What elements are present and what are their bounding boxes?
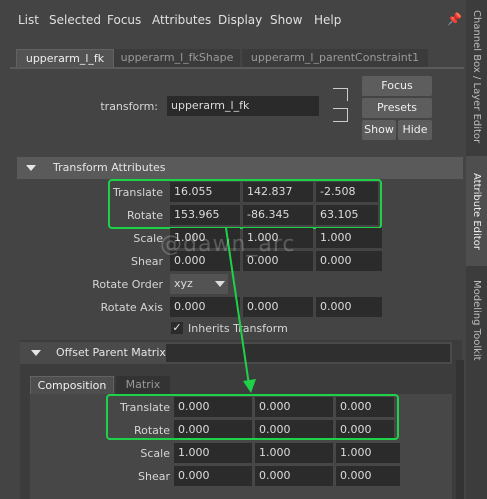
side-tab-modeling-toolkit[interactable]: Modeling Toolkit <box>466 270 487 370</box>
arrow-head <box>243 379 256 393</box>
watermark: @dawn_arc <box>160 232 296 257</box>
side-tab-channel-box[interactable]: Channel Box / Layer Editor <box>466 2 487 152</box>
side-tab-attribute-editor[interactable]: Attribute Editor <box>466 156 487 266</box>
